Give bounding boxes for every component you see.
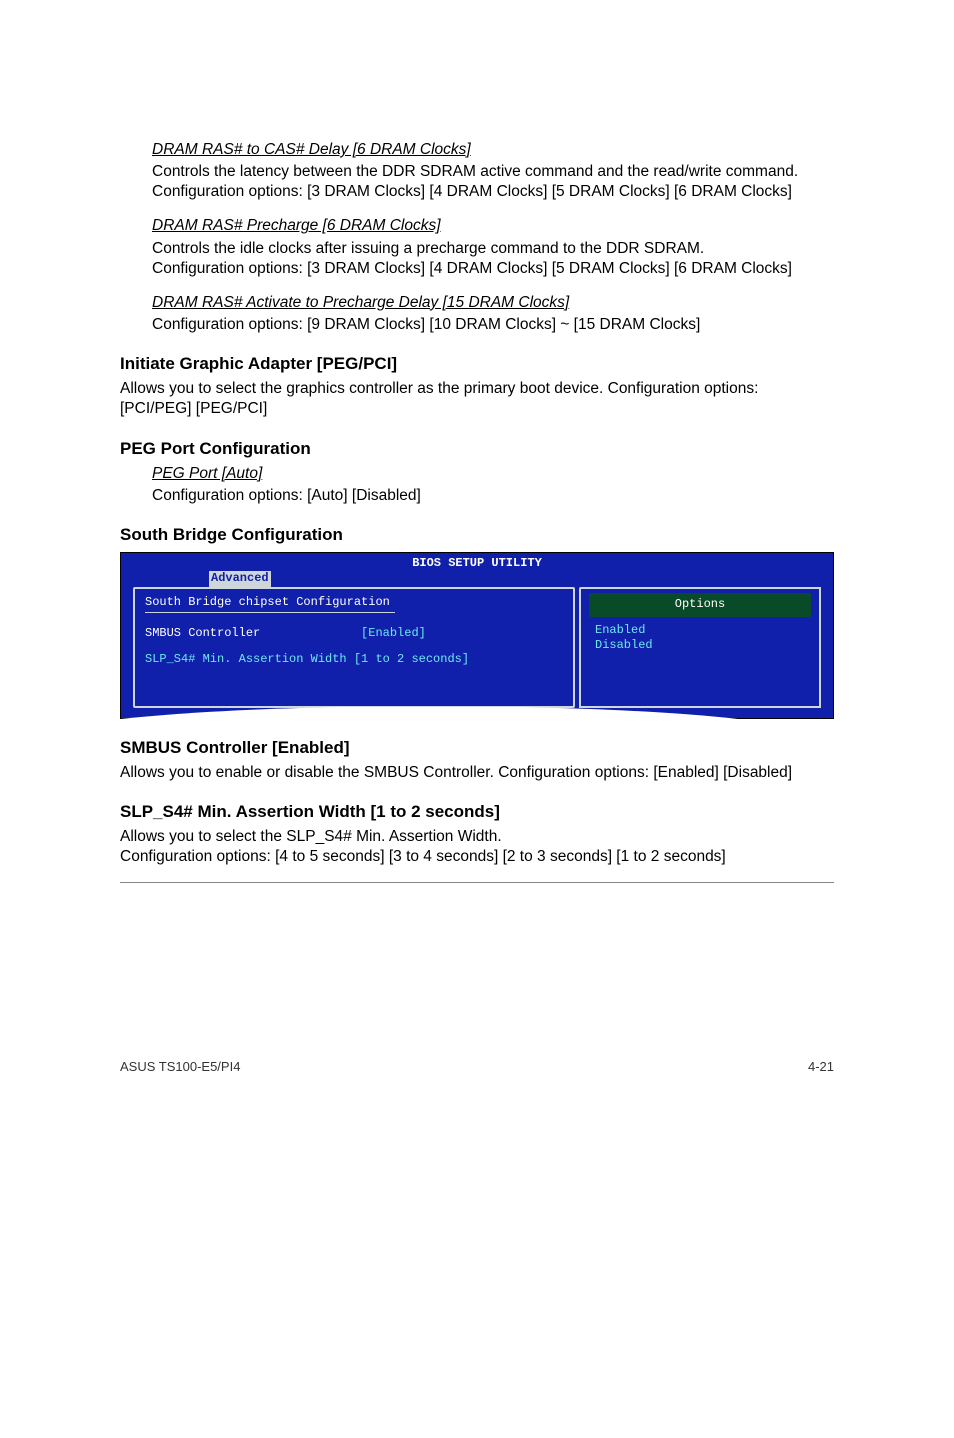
bios-box: BIOS SETUP UTILITY Advanced South Bridge… [120, 552, 834, 719]
ras-cas-heading: DRAM RAS# to CAS# Delay [6 DRAM Clocks] [152, 141, 471, 158]
ras-activate-heading: DRAM RAS# Activate to Precharge Delay [1… [152, 294, 569, 311]
bios-options-header: Options [589, 593, 811, 617]
initiate-body: Allows you to select the graphics contro… [120, 379, 834, 419]
bios-right-panel: Options Enabled Disabled [579, 587, 821, 708]
page-footer: ASUS TS100-E5/PI4 4-21 [120, 1053, 834, 1076]
bios-option-enabled[interactable]: Enabled [595, 623, 805, 639]
slp-s4-heading: SLP_S4# Min. Assertion Width [1 to 2 sec… [120, 801, 834, 823]
ras-activate-body: Configuration options: [9 DRAM Clocks] [… [152, 315, 834, 335]
bios-left-panel: South Bridge chipset Configuration SMBUS… [133, 587, 575, 708]
footer-right: 4-21 [808, 1059, 834, 1076]
ras-precharge-body-2: Configuration options: [3 DRAM Clocks] [… [152, 259, 834, 279]
bios-row-slp[interactable]: SLP_S4# Min. Assertion Width [1 to 2 sec… [145, 652, 563, 668]
ras-cas-body-1: Controls the latency between the DDR SDR… [152, 162, 834, 182]
bios-row-label: SLP_S4# Min. Assertion Width [145, 652, 347, 666]
south-bridge-heading: South Bridge Configuration [120, 524, 834, 546]
bios-row-label: SMBUS Controller [145, 626, 260, 640]
peg-port-indent: PEG Port [Auto] Configuration options: [… [120, 464, 834, 506]
slp-s4-body-2: Configuration options: [4 to 5 seconds] … [120, 847, 834, 867]
bios-section-title: South Bridge chipset Configuration [145, 595, 563, 611]
bios-underline [145, 612, 395, 613]
footer-divider [120, 882, 834, 883]
bios-option-disabled[interactable]: Disabled [595, 638, 805, 654]
bios-tab-advanced[interactable]: Advanced [209, 571, 271, 587]
footer-left: ASUS TS100-E5/PI4 [120, 1059, 240, 1076]
page-container: DRAM RAS# to CAS# Delay [6 DRAM Clocks] … [0, 0, 954, 1075]
slp-s4-body-1: Allows you to select the SLP_S4# Min. As… [120, 827, 834, 847]
peg-port-cfg-heading: PEG Port Configuration [120, 438, 834, 460]
bios-row-value: [Enabled] [361, 626, 426, 640]
peg-port-subheading: PEG Port [Auto] [152, 465, 262, 482]
bios-screenshot: BIOS SETUP UTILITY Advanced South Bridge… [120, 552, 834, 719]
smbus-body: Allows you to enable or disable the SMBU… [120, 763, 834, 783]
smbus-heading: SMBUS Controller [Enabled] [120, 737, 834, 759]
bios-row-smbus[interactable]: SMBUS Controller [Enabled] [145, 626, 563, 642]
bios-row-value: [1 to 2 seconds] [354, 652, 469, 666]
ras-precharge-heading: DRAM RAS# Precharge [6 DRAM Clocks] [152, 217, 441, 234]
indent-block: DRAM RAS# to CAS# Delay [6 DRAM Clocks] … [120, 140, 834, 335]
ras-cas-body-2: Configuration options: [3 DRAM Clocks] [… [152, 182, 834, 202]
bios-curve-decor [121, 707, 738, 719]
ras-precharge-body-1: Controls the idle clocks after issuing a… [152, 239, 834, 259]
peg-port-body: Configuration options: [Auto] [Disabled] [152, 486, 834, 506]
bios-options-list: Enabled Disabled [581, 623, 819, 654]
initiate-heading: Initiate Graphic Adapter [PEG/PCI] [120, 353, 834, 375]
